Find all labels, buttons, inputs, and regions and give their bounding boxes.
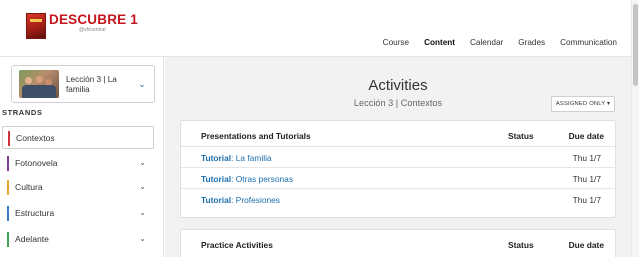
activity-row: Tutorial: La familia Thu 1/7 bbox=[181, 147, 617, 168]
top-navigation: Course Content Calendar Grades Communica… bbox=[368, 38, 617, 47]
activity-link[interactable]: Tutorial: Profesiones bbox=[201, 195, 280, 205]
assigned-only-filter[interactable]: ASSIGNED ONLY ▾ bbox=[551, 96, 615, 112]
strand-color-bar bbox=[7, 156, 9, 171]
textbook-cover-icon bbox=[26, 13, 46, 39]
activity-name: : La familia bbox=[231, 153, 272, 163]
strand-color-bar bbox=[7, 206, 9, 221]
page-title: Activities bbox=[368, 77, 428, 94]
activity-type: Tutorial bbox=[201, 174, 232, 184]
page-scrollbar[interactable] bbox=[631, 0, 639, 257]
panel-header: Practice Activities Status Due date bbox=[181, 230, 617, 256]
nav-calendar[interactable]: Calendar bbox=[470, 38, 503, 47]
due-date-column-header: Due date bbox=[568, 240, 604, 250]
activity-row: Tutorial: Otras personas Thu 1/7 bbox=[181, 168, 617, 189]
top-bar: DESCUBRE 1 @vhlcentral Course Content Ca… bbox=[0, 0, 639, 57]
brand-logo[interactable]: DESCUBRE 1 @vhlcentral bbox=[26, 13, 138, 39]
sidebar: Lección 3 | La familia ⌄ STRANDS Context… bbox=[0, 57, 164, 257]
sidebar-item-label: Cultura bbox=[15, 182, 43, 192]
activity-row: Tutorial: Profesiones Thu 1/7 bbox=[181, 189, 617, 210]
sidebar-item-label: Estructura bbox=[15, 208, 55, 218]
sidebar-item-label: Contextos bbox=[16, 133, 55, 143]
section-title: Presentations and Tutorials bbox=[201, 131, 311, 141]
status-column-header: Status bbox=[508, 240, 534, 250]
section-title: Practice Activities bbox=[201, 240, 273, 250]
sidebar-item-label: Adelante bbox=[15, 234, 49, 244]
nav-communication[interactable]: Communication bbox=[560, 38, 617, 47]
sidebar-item-adelante[interactable]: Adelante ⌄ bbox=[0, 228, 154, 251]
chevron-down-icon[interactable]: ⌄ bbox=[139, 208, 146, 217]
chevron-down-icon[interactable]: ⌄ bbox=[139, 234, 146, 243]
lesson-thumbnail bbox=[19, 70, 59, 98]
due-date-column-header: Due date bbox=[568, 131, 604, 141]
brand-text: DESCUBRE 1 @vhlcentral bbox=[49, 12, 139, 34]
chevron-down-icon[interactable]: ⌄ bbox=[139, 182, 146, 191]
activity-type: Tutorial bbox=[201, 153, 232, 163]
panel-header: Presentations and Tutorials Status Due d… bbox=[181, 121, 617, 147]
nav-course[interactable]: Course bbox=[383, 38, 409, 47]
strands-heading: STRANDS bbox=[2, 108, 43, 117]
activity-type: Tutorial bbox=[201, 195, 232, 205]
main-content: Activities Lección 3 | Contextos ASSIGNE… bbox=[165, 57, 631, 257]
sidebar-item-contextos[interactable]: Contextos bbox=[2, 126, 154, 149]
chevron-down-icon[interactable]: ⌄ bbox=[136, 78, 148, 90]
presentations-panel: Presentations and Tutorials Status Due d… bbox=[180, 120, 617, 218]
brand-title: DESCUBRE 1 bbox=[49, 12, 139, 27]
brand-publisher: @vhlcentral bbox=[79, 27, 106, 33]
practice-activities-panel: Practice Activities Status Due date bbox=[180, 229, 616, 257]
sidebar-item-estructura[interactable]: Estructura ⌄ bbox=[0, 202, 154, 225]
strand-color-bar bbox=[8, 131, 10, 146]
sidebar-item-fotonovela[interactable]: Fotonovela ⌄ bbox=[0, 152, 154, 175]
sidebar-item-label: Fotonovela bbox=[15, 158, 58, 168]
strand-color-bar bbox=[7, 180, 9, 195]
nav-content[interactable]: Content bbox=[424, 38, 455, 47]
scrollbar-thumb[interactable] bbox=[633, 4, 638, 86]
sidebar-item-cultura[interactable]: Cultura ⌄ bbox=[0, 176, 154, 199]
strand-color-bar bbox=[7, 232, 9, 247]
activity-due-date: Thu 1/7 bbox=[572, 174, 601, 184]
activity-due-date: Thu 1/7 bbox=[572, 195, 601, 205]
activity-due-date: Thu 1/7 bbox=[572, 153, 601, 163]
activity-name: : Otras personas bbox=[231, 174, 294, 184]
nav-grades[interactable]: Grades bbox=[518, 38, 545, 47]
lesson-selector[interactable]: Lección 3 | La familia ⌄ bbox=[11, 65, 155, 103]
lesson-title: Lección 3 | La familia bbox=[66, 75, 117, 94]
activity-name: : Profesiones bbox=[231, 195, 280, 205]
activity-link[interactable]: Tutorial: La familia bbox=[201, 153, 272, 163]
status-column-header: Status bbox=[508, 131, 534, 141]
activity-link[interactable]: Tutorial: Otras personas bbox=[201, 174, 293, 184]
chevron-down-icon[interactable]: ⌄ bbox=[139, 158, 146, 167]
